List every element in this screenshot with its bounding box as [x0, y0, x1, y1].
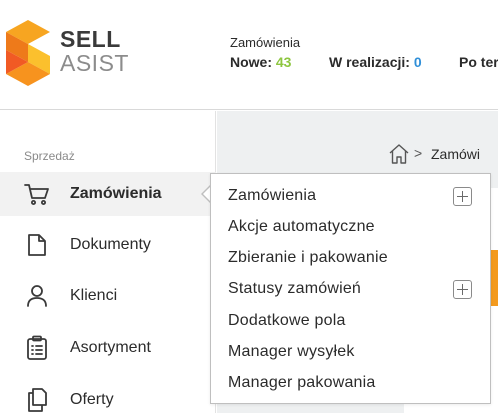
orders-submenu: Zamówienia Akcje automatyczne Zbieranie …: [210, 173, 491, 404]
submenu-item-packing-manager[interactable]: Manager pakowania: [211, 368, 490, 399]
breadcrumb-current[interactable]: Zamówi: [431, 146, 480, 162]
sidebar-item-orders[interactable]: Zamówienia: [0, 172, 216, 216]
submenu-item-additional-fields[interactable]: Dodatkowe pola: [211, 306, 490, 337]
sidebar-section-label: Sprzedaż: [24, 149, 75, 163]
submenu-item-label: Statusy zamówień: [228, 280, 362, 297]
submenu-item-picking-packing[interactable]: Zbieranie i pakowanie: [211, 243, 490, 274]
stat-after-deadline-label: Po ter: [459, 54, 498, 70]
document-icon: [24, 232, 50, 258]
sidebar-item-label: Oferty: [70, 391, 114, 408]
cart-icon: [24, 181, 50, 207]
submenu-item-label: Akcje automatyczne: [228, 218, 375, 235]
submenu-item-label: Zamówienia: [228, 187, 317, 204]
submenu-item-shipping-manager[interactable]: Manager wysyłek: [211, 337, 490, 368]
sidebar-item-label: Asortyment: [70, 339, 151, 356]
sidebar-item-offers[interactable]: Oferty: [0, 378, 216, 413]
stat-after-deadline[interactable]: Po ter: [459, 54, 498, 70]
breadcrumb-separator: >: [414, 145, 423, 161]
brand-name-bottom: ASIST: [60, 50, 129, 76]
clipboard-list-icon: [24, 335, 50, 361]
orders-summary-title: Zamówienia: [230, 35, 301, 50]
sidebar-item-label: Zamówienia: [70, 185, 162, 202]
stat-in-progress[interactable]: W realizacji: 0: [329, 54, 422, 70]
submenu-item-label: Manager pakowania: [228, 374, 376, 391]
stat-in-progress-value: 0: [413, 54, 422, 70]
submenu-item-label: Zbieranie i pakowanie: [228, 249, 388, 266]
sellasist-logo[interactable]: [6, 20, 50, 86]
sidebar-item-clients[interactable]: Klienci: [0, 274, 216, 318]
sidebar-item-assortment[interactable]: Asortyment: [0, 326, 216, 370]
stat-new[interactable]: Nowe: 43: [230, 54, 291, 70]
submenu-item-automatic-actions[interactable]: Akcje automatyczne: [211, 212, 490, 243]
sidebar-item-documents[interactable]: Dokumenty: [0, 223, 216, 267]
submenu-item-orders[interactable]: Zamówienia: [211, 181, 490, 212]
sidebar-item-label: Dokumenty: [70, 236, 151, 253]
sidebar: Sprzedaż Zamówienia Dokumenty Klienci As…: [0, 111, 216, 413]
stat-new-label: Nowe:: [230, 54, 272, 70]
stat-in-progress-label: W realizacji:: [329, 54, 410, 70]
add-status-plus-icon[interactable]: [453, 280, 472, 299]
user-icon: [24, 283, 50, 309]
home-icon[interactable]: [388, 143, 410, 165]
brand-name-top: SELL: [60, 26, 121, 52]
add-order-plus-icon[interactable]: [453, 187, 472, 206]
top-header: SELL ASIST Zamówienia Nowe: 43 W realiza…: [0, 0, 498, 110]
copy-icon: [24, 387, 50, 413]
submenu-item-label: Manager wysyłek: [228, 343, 355, 360]
stat-new-value: 43: [275, 54, 292, 70]
submenu-item-label: Dodatkowe pola: [228, 312, 346, 329]
sidebar-item-label: Klienci: [70, 287, 118, 304]
submenu-item-order-statuses[interactable]: Statusy zamówień: [211, 274, 490, 305]
